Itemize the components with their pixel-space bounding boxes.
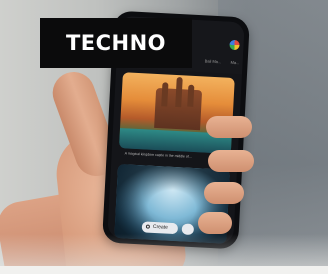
finger: [206, 116, 252, 138]
castle-spire: [161, 82, 169, 107]
category-label-box: TECHNO: [40, 18, 192, 68]
create-button[interactable]: Create: [141, 221, 179, 235]
category-label: TECHNO: [65, 31, 167, 55]
photo-scene: Bali Ma... Ma... A magical kingdom castl…: [0, 0, 328, 274]
finger: [208, 150, 254, 172]
app-logo-icon: [229, 39, 240, 51]
caption-text: A magical kingdom castle in the middle o…: [124, 151, 192, 159]
create-icon: [145, 224, 151, 229]
finger: [204, 182, 244, 204]
create-label: Create: [152, 223, 169, 231]
bottom-strip: [0, 266, 328, 274]
castle-spire: [187, 84, 195, 107]
generated-image-castle: [118, 72, 235, 154]
topbar-text-right: Ma...: [230, 59, 240, 66]
finger: [198, 212, 232, 234]
topbar-text-left: Bali Ma...: [204, 58, 222, 65]
